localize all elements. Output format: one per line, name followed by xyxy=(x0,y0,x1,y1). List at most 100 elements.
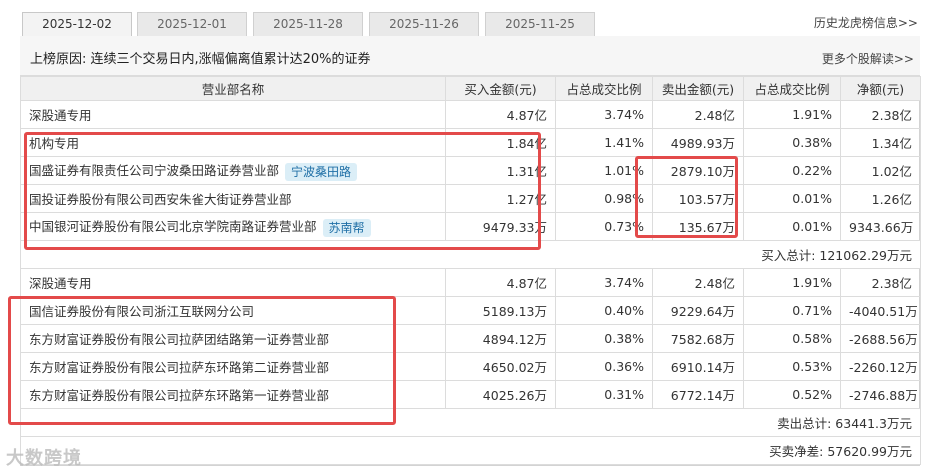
branch-tag-badge[interactable]: 苏南帮 xyxy=(322,218,371,237)
sell-cell: 9229.64万 xyxy=(652,296,744,325)
branch-name[interactable]: 国信证券股份有限公司浙江互联网分公司 xyxy=(29,304,254,319)
tab-2025-11-28[interactable]: 2025-11-28 xyxy=(253,12,363,36)
buy-pct-cell: 3.74% xyxy=(555,268,653,297)
header-sell-pct: 占总成交比例 xyxy=(743,76,841,101)
net-cell: 1.02亿 xyxy=(840,156,921,185)
buy-cell: 4.87亿 xyxy=(445,100,556,129)
buy-pct-cell: 0.38% xyxy=(555,324,653,353)
buy-cell: 4.87亿 xyxy=(445,268,556,297)
sell-pct-cell: 0.58% xyxy=(743,324,841,353)
sell-row: 国信证券股份有限公司浙江互联网分公司 5189.13万 0.40% 9229.64万 0… xyxy=(20,296,921,325)
sell-cell: 2.48亿 xyxy=(652,100,744,129)
buy-cell: 4894.12万 xyxy=(445,324,556,353)
branch-cell[interactable]: 国信证券股份有限公司浙江互联网分公司 xyxy=(20,296,446,325)
buy-pct-cell: 0.98% xyxy=(555,184,653,213)
buy-total: 买入总计: 121062.29万元 xyxy=(20,240,921,269)
sell-row: 东方财富证券股份有限公司拉萨团结路第一证券营业部 4894.12万 0.38% 758… xyxy=(20,324,921,353)
table-header-row: 营业部名称 买入金额(元) 占总成交比例 卖出金额(元) 占总成交比例 净额(元… xyxy=(20,76,921,101)
net-total-row: 买卖净差: 57620.99万元 xyxy=(20,436,921,465)
buy-row: 国投证券股份有限公司西安朱雀大街证券营业部 1.27亿 0.98% 103.57万 0.… xyxy=(20,184,921,213)
reason-bar: 上榜原因: 连续三个交易日内,涨幅偏离值累计达20%的证券 更多个股解读>> xyxy=(20,36,920,76)
sell-row: 东方财富证券股份有限公司拉萨东环路第二证券营业部 4650.02万 0.36% 691… xyxy=(20,352,921,381)
branch-name[interactable]: 机构专用 xyxy=(29,136,79,151)
sell-pct-cell: 0.22% xyxy=(743,156,841,185)
net-total: 买卖净差: 57620.99万元 xyxy=(20,436,921,465)
buy-pct-cell: 0.40% xyxy=(555,296,653,325)
buy-pct-cell: 0.73% xyxy=(555,212,653,241)
sell-section: 深股通专用 4.87亿 3.74% 2.48亿 1.91% 2.38亿 国信证券股份有限公司… xyxy=(20,268,921,409)
buy-pct-cell: 0.36% xyxy=(555,352,653,381)
tab-2025-12-01[interactable]: 2025-12-01 xyxy=(137,12,247,36)
sell-pct-cell: 0.38% xyxy=(743,128,841,157)
net-cell: -4040.51万 xyxy=(840,296,921,325)
branch-cell[interactable]: 中国银河证券股份有限公司北京学院南路证券营业部 苏南帮 xyxy=(20,212,446,241)
sell-cell: 103.57万 xyxy=(652,184,744,213)
buy-pct-cell: 0.31% xyxy=(555,380,653,409)
watermark-logo: 大数跨境 xyxy=(6,448,82,469)
net-cell: 2.38亿 xyxy=(840,100,921,129)
history-link[interactable]: 历史龙虎榜信息>> xyxy=(814,14,918,31)
branch-name[interactable]: 深股通专用 xyxy=(29,108,92,123)
sell-total-row: 卖出总计: 63441.3万元 xyxy=(20,408,921,437)
date-tabs: 2025-12-02 2025-12-01 2025-11-28 2025-11… xyxy=(0,0,948,37)
net-cell: 1.26亿 xyxy=(840,184,921,213)
branch-name[interactable]: 中国银河证券股份有限公司北京学院南路证券营业部 xyxy=(29,219,317,234)
sell-row: 深股通专用 4.87亿 3.74% 2.48亿 1.91% 2.38亿 xyxy=(20,268,921,297)
buy-row: 机构专用 1.84亿 1.41% 4989.93万 0.38% 1.34亿 xyxy=(20,128,921,157)
header-sell: 卖出金额(元) xyxy=(652,76,744,101)
tab-2025-12-02[interactable]: 2025-12-02 xyxy=(22,12,132,37)
net-cell: 9343.66万 xyxy=(840,212,921,241)
branch-tag-badge[interactable]: 宁波桑田路 xyxy=(285,162,358,181)
buy-pct-cell: 1.41% xyxy=(555,128,653,157)
net-cell: 1.34亿 xyxy=(840,128,921,157)
sell-cell: 4989.93万 xyxy=(652,128,744,157)
branch-name[interactable]: 东方财富证券股份有限公司拉萨团结路第一证券营业部 xyxy=(29,332,329,347)
tab-2025-11-26[interactable]: 2025-11-26 xyxy=(369,12,479,36)
header-buy: 买入金额(元) xyxy=(445,76,556,101)
sell-pct-cell: 0.01% xyxy=(743,212,841,241)
sell-cell: 2.48亿 xyxy=(652,268,744,297)
buy-cell: 4025.26万 xyxy=(445,380,556,409)
branch-name[interactable]: 国投证券股份有限公司西安朱雀大街证券营业部 xyxy=(29,192,292,207)
trading-table: 营业部名称 买入金额(元) 占总成交比例 卖出金额(元) 占总成交比例 净额(元… xyxy=(20,76,921,465)
buy-total-row: 买入总计: 121062.29万元 xyxy=(20,240,921,269)
sell-cell: 6910.14万 xyxy=(652,352,744,381)
sell-cell: 6772.14万 xyxy=(652,380,744,409)
branch-cell[interactable]: 国盛证券有限责任公司宁波桑田路证券营业部 宁波桑田路 xyxy=(20,156,446,185)
branch-cell[interactable]: 东方财富证券股份有限公司拉萨团结路第一证券营业部 xyxy=(20,324,446,353)
branch-cell[interactable]: 国投证券股份有限公司西安朱雀大街证券营业部 xyxy=(20,184,446,213)
buy-pct-cell: 3.74% xyxy=(555,100,653,129)
more-analysis-link[interactable]: 更多个股解读>> xyxy=(822,50,914,67)
sell-total: 卖出总计: 63441.3万元 xyxy=(20,408,921,437)
sell-cell: 135.67万 xyxy=(652,212,744,241)
branch-name[interactable]: 深股通专用 xyxy=(29,276,92,291)
sell-pct-cell: 1.91% xyxy=(743,268,841,297)
branch-name[interactable]: 东方财富证券股份有限公司拉萨东环路第一证券营业部 xyxy=(29,388,329,403)
buy-row: 国盛证券有限责任公司宁波桑田路证券营业部 宁波桑田路 1.31亿 1.01% 2879.… xyxy=(20,156,921,185)
tab-2025-11-25[interactable]: 2025-11-25 xyxy=(485,12,595,36)
buy-cell: 1.27亿 xyxy=(445,184,556,213)
branch-cell[interactable]: 东方财富证券股份有限公司拉萨东环路第一证券营业部 xyxy=(20,380,446,409)
buy-row: 深股通专用 4.87亿 3.74% 2.48亿 1.91% 2.38亿 xyxy=(20,100,921,129)
header-branch: 营业部名称 xyxy=(20,76,446,101)
buy-cell: 4650.02万 xyxy=(445,352,556,381)
header-net: 净额(元) xyxy=(840,76,921,101)
sell-cell: 2879.10万 xyxy=(652,156,744,185)
sell-pct-cell: 0.53% xyxy=(743,352,841,381)
net-cell: -2746.88万 xyxy=(840,380,921,409)
branch-cell[interactable]: 机构专用 xyxy=(20,128,446,157)
branch-name[interactable]: 国盛证券有限责任公司宁波桑田路证券营业部 xyxy=(29,163,279,178)
net-cell: -2260.12万 xyxy=(840,352,921,381)
branch-cell[interactable]: 东方财富证券股份有限公司拉萨东环路第二证券营业部 xyxy=(20,352,446,381)
sell-pct-cell: 0.71% xyxy=(743,296,841,325)
sell-pct-cell: 0.52% xyxy=(743,380,841,409)
sell-row: 东方财富证券股份有限公司拉萨东环路第一证券营业部 4025.26万 0.31% 677… xyxy=(20,380,921,409)
sell-pct-cell: 1.91% xyxy=(743,100,841,129)
net-cell: -2688.56万 xyxy=(840,324,921,353)
buy-cell: 5189.13万 xyxy=(445,296,556,325)
sell-cell: 7582.68万 xyxy=(652,324,744,353)
branch-name[interactable]: 东方财富证券股份有限公司拉萨东环路第二证券营业部 xyxy=(29,360,329,375)
branch-cell[interactable]: 深股通专用 xyxy=(20,268,446,297)
listing-reason: 上榜原因: 连续三个交易日内,涨幅偏离值累计达20%的证券 xyxy=(30,52,371,67)
branch-cell[interactable]: 深股通专用 xyxy=(20,100,446,129)
